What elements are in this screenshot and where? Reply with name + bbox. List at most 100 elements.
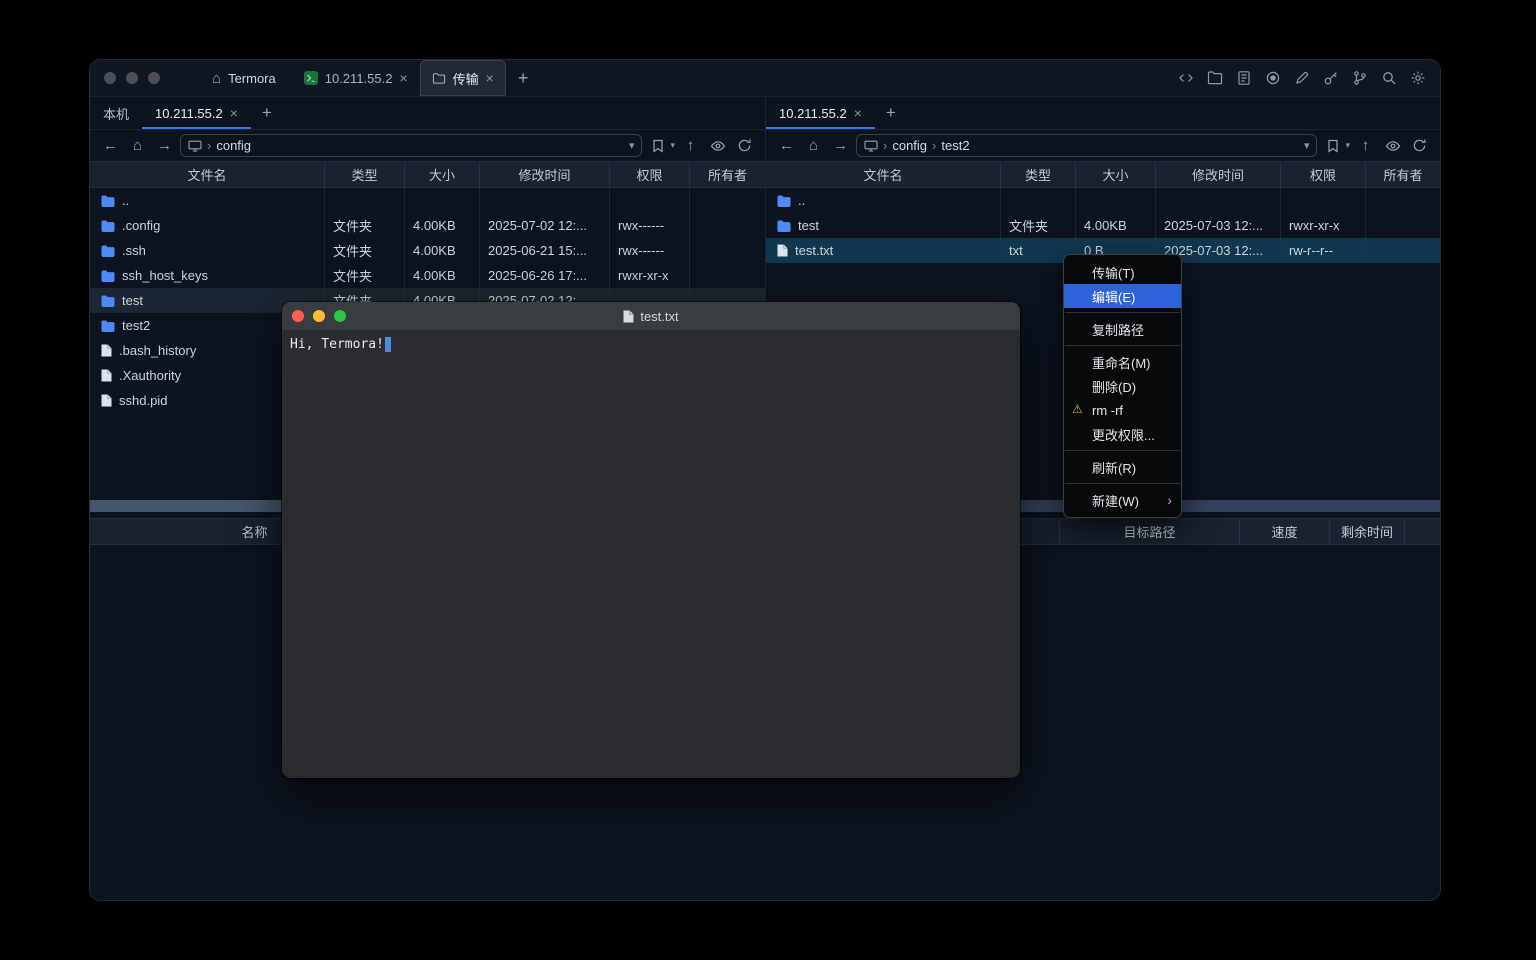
app-tab-termora[interactable]: ⌂ Termora xyxy=(196,60,292,96)
column-header-mtime[interactable]: 修改时间 xyxy=(480,162,610,187)
new-panel-tab-button[interactable]: + xyxy=(251,97,283,129)
right-panel-tabbar: 10.211.55.2 × + xyxy=(766,97,1440,130)
crumb-segment[interactable]: config xyxy=(216,138,251,153)
tab-ssh-host[interactable]: 10.211.55.2 × xyxy=(292,60,420,96)
tab-remote-host[interactable]: 10.211.55.2 × xyxy=(766,97,875,129)
zoom-window-button[interactable] xyxy=(148,72,160,84)
forward-button[interactable]: → xyxy=(153,134,176,157)
editor-titlebar[interactable]: test.txt xyxy=(282,302,1020,331)
menu-item-edit[interactable]: 编辑(E) xyxy=(1064,284,1181,308)
menu-item-new[interactable]: 新建(W) › xyxy=(1064,488,1181,512)
menu-item-transfer[interactable]: 传输(T) xyxy=(1064,260,1181,284)
bookmark-button[interactable] xyxy=(1321,134,1344,157)
file-row[interactable]: .. xyxy=(766,188,1440,213)
file-icon xyxy=(777,244,788,257)
column-header-type[interactable]: 类型 xyxy=(325,162,405,187)
folder-icon xyxy=(101,320,115,332)
file-row[interactable]: .ssh 文件夹 4.00KB 2025-06-21 15:... rwx---… xyxy=(90,238,765,263)
forward-button[interactable]: → xyxy=(829,134,852,157)
column-header-size[interactable]: 大小 xyxy=(405,162,480,187)
menu-item-change-permissions[interactable]: 更改权限... xyxy=(1064,422,1181,446)
branch-icon[interactable] xyxy=(1351,69,1369,87)
column-header-remaining[interactable]: 剩余时间 xyxy=(1330,519,1405,544)
code-icon[interactable] xyxy=(1177,69,1195,87)
zoom-window-button[interactable] xyxy=(334,310,346,322)
bookmark-dropdown-icon[interactable]: ▾ xyxy=(670,140,675,151)
breadcrumb[interactable]: › config › test2 ▾ xyxy=(856,134,1317,157)
file-name: test xyxy=(122,293,143,308)
back-button[interactable]: ← xyxy=(775,134,798,157)
record-icon[interactable] xyxy=(1264,69,1282,87)
file-name: test xyxy=(798,218,819,233)
report-icon[interactable] xyxy=(1235,69,1253,87)
search-icon[interactable] xyxy=(1380,69,1398,87)
close-icon[interactable]: × xyxy=(399,71,407,85)
refresh-button[interactable] xyxy=(1408,134,1431,157)
folder-icon[interactable] xyxy=(1206,69,1224,87)
home-button[interactable]: ⌂ xyxy=(126,134,149,157)
column-header-mtime[interactable]: 修改时间 xyxy=(1156,162,1281,187)
column-header-owner[interactable]: 所有者 xyxy=(690,162,765,187)
tab-transfer[interactable]: 传输 × xyxy=(420,60,506,96)
show-hidden-button[interactable] xyxy=(1381,134,1404,157)
file-row[interactable]: ssh_host_keys 文件夹 4.00KB 2025-06-26 17:.… xyxy=(90,263,765,288)
crumb-segment[interactable]: test2 xyxy=(941,138,969,153)
settings-icon[interactable] xyxy=(1409,69,1427,87)
home-button[interactable]: ⌂ xyxy=(802,134,825,157)
traffic-lights xyxy=(90,72,174,84)
chevron-down-icon[interactable]: ▾ xyxy=(629,139,635,152)
file-row[interactable]: test 文件夹 4.00KB 2025-07-03 12:... rwxr-x… xyxy=(766,213,1440,238)
file-name: .Xauthority xyxy=(119,368,181,383)
breadcrumb[interactable]: › config ▾ xyxy=(180,134,642,157)
column-header-size[interactable]: 大小 xyxy=(1076,162,1156,187)
column-header-perm[interactable]: 权限 xyxy=(610,162,690,187)
file-perm: rwx------ xyxy=(610,238,690,263)
bookmark-button[interactable] xyxy=(646,134,669,157)
tab-label: 10.211.55.2 xyxy=(155,106,223,121)
minimize-window-button[interactable] xyxy=(126,72,138,84)
show-hidden-button[interactable] xyxy=(706,134,729,157)
tab-remote-host[interactable]: 10.211.55.2 × xyxy=(142,97,251,129)
menu-item-refresh[interactable]: 刷新(R) xyxy=(1064,455,1181,479)
file-row[interactable]: .config 文件夹 4.00KB 2025-07-02 12:... rwx… xyxy=(90,213,765,238)
pencil-icon[interactable] xyxy=(1293,69,1311,87)
close-window-button[interactable] xyxy=(104,72,116,84)
file-size xyxy=(405,188,480,213)
close-icon[interactable]: × xyxy=(486,71,494,85)
close-icon[interactable]: × xyxy=(230,106,238,120)
home-icon: ⌂ xyxy=(212,70,221,87)
editor-text-area[interactable]: Hi, Termora! xyxy=(282,331,1020,778)
menu-item-delete[interactable]: 删除(D) xyxy=(1064,374,1181,398)
document-icon xyxy=(623,310,634,323)
file-mtime: 2025-07-02 12:... xyxy=(480,213,610,238)
right-table-header: 文件名 类型 大小 修改时间 权限 所有者 xyxy=(766,161,1440,188)
menu-item-rm-rf[interactable]: ⚠ rm -rf xyxy=(1064,398,1181,422)
menu-item-rename[interactable]: 重命名(M) xyxy=(1064,350,1181,374)
column-header-type[interactable]: 类型 xyxy=(1001,162,1076,187)
file-row[interactable]: .. xyxy=(90,188,765,213)
new-panel-tab-button[interactable]: + xyxy=(875,97,907,129)
menu-item-copy-path[interactable]: 复制路径 xyxy=(1064,317,1181,341)
minimize-window-button[interactable] xyxy=(313,310,325,322)
up-directory-button[interactable]: ↑ xyxy=(1354,134,1377,157)
column-header-name[interactable]: 文件名 xyxy=(766,162,1001,187)
new-tab-button[interactable]: + xyxy=(506,68,541,89)
right-file-list: .. test 文件夹 4.00KB 2025-07-03 12:... rwx… xyxy=(766,188,1440,263)
close-window-button[interactable] xyxy=(292,310,304,322)
back-button[interactable]: ← xyxy=(99,134,122,157)
column-header-target-path[interactable]: 目标路径 xyxy=(1060,519,1240,544)
column-header-speed[interactable]: 速度 xyxy=(1240,519,1330,544)
key-icon[interactable] xyxy=(1322,69,1340,87)
column-header-name[interactable]: 文件名 xyxy=(90,162,325,187)
tab-local[interactable]: 本机 xyxy=(90,97,142,129)
up-directory-button[interactable]: ↑ xyxy=(679,134,702,157)
bookmark-dropdown-icon[interactable]: ▾ xyxy=(1345,140,1350,151)
refresh-button[interactable] xyxy=(733,134,756,157)
crumb-segment[interactable]: config xyxy=(892,138,927,153)
column-header-perm[interactable]: 权限 xyxy=(1281,162,1366,187)
chevron-down-icon[interactable]: ▾ xyxy=(1304,139,1310,152)
file-perm: rw-r--r-- xyxy=(1281,238,1366,263)
folder-icon xyxy=(777,220,791,232)
close-icon[interactable]: × xyxy=(854,106,862,120)
column-header-owner[interactable]: 所有者 xyxy=(1366,162,1440,187)
